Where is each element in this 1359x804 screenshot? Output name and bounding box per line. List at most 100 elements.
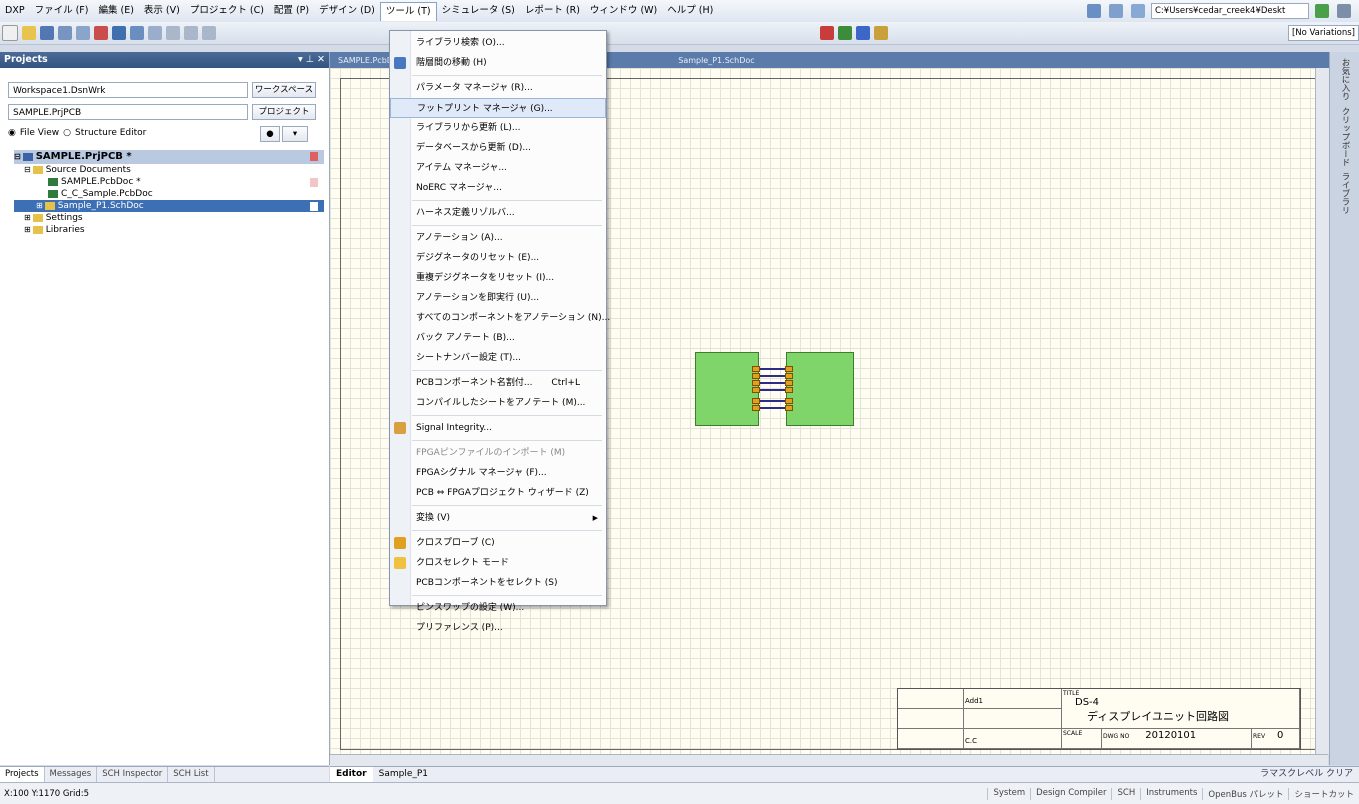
place-port-icon[interactable] <box>856 26 870 40</box>
favorites-panel-tab[interactable]: お気に入り <box>1339 58 1351 101</box>
sheet-entry-pin[interactable] <box>752 405 760 411</box>
compile-icon[interactable] <box>94 26 108 40</box>
layers-icon[interactable] <box>112 26 126 40</box>
panel-pin-icon[interactable]: ▾ ⊥ ✕ <box>298 52 329 68</box>
tree-item-libraries[interactable]: ⊞ Libraries <box>14 224 324 236</box>
menu-item[interactable]: すべてのコンポーネントをアノテーション (N)... <box>390 308 610 328</box>
wire[interactable] <box>760 368 785 370</box>
sheet-entry-pin[interactable] <box>785 380 793 386</box>
go-icon[interactable] <box>1315 4 1329 18</box>
document-options-icon[interactable]: ▾ <box>282 126 308 142</box>
status-shortcuts[interactable]: ショートカット <box>1288 787 1359 800</box>
expand-icon[interactable]: ⊞ <box>24 212 31 224</box>
place-bus-icon[interactable] <box>838 26 852 40</box>
print-icon[interactable] <box>58 26 72 40</box>
menu-window[interactable]: ウィンドウ (W) <box>585 2 662 20</box>
menu-item[interactable]: 重複デジグネータをリセット (I)... <box>390 268 606 288</box>
menu-item[interactable]: バック アノテート (B)... <box>390 328 606 348</box>
open-icon[interactable] <box>22 26 36 40</box>
menu-item[interactable]: ハーネス定義リゾルバ... <box>390 203 606 223</box>
menu-item[interactable]: シートナンバー設定 (T)... <box>390 348 606 368</box>
menu-view[interactable]: 表示 (V) <box>139 2 185 20</box>
workspace-select[interactable]: Workspace1.DsnWrk <box>8 82 248 98</box>
menu-item[interactable]: プリファレンス (P)... <box>390 618 606 638</box>
variations-select[interactable]: [No Variations] <box>1287 25 1359 41</box>
place-wire-icon[interactable] <box>820 26 834 40</box>
structure-editor-radio[interactable]: ○ <box>63 128 71 138</box>
home-icon[interactable] <box>1131 4 1145 18</box>
tab-sch-inspector[interactable]: SCH Inspector <box>97 767 169 783</box>
document-tab-sample-p1[interactable]: Sample_P1.SchDoc <box>670 56 762 65</box>
tree-item-sample-p1-schdoc[interactable]: ⊞ Sample_P1.SchDoc <box>14 200 324 212</box>
sheet-symbol-right[interactable] <box>786 352 854 426</box>
expand-icon[interactable]: ⊞ <box>24 224 31 236</box>
menu-item[interactable]: データベースから更新 (D)... <box>390 138 606 158</box>
menu-reports[interactable]: レポート (R) <box>520 2 585 20</box>
collapse-icon[interactable]: ⊟ <box>24 164 31 176</box>
menu-item[interactable]: ライブラリ検索 (O)... <box>390 33 606 53</box>
tree-item-sample-pcbdoc[interactable]: SAMPLE.PcbDoc * <box>14 176 324 188</box>
place-part-icon[interactable] <box>874 26 888 40</box>
tab-sch-list[interactable]: SCH List <box>168 767 215 783</box>
file-view-radio[interactable]: ◉ <box>8 128 16 138</box>
sheet-symbol-left[interactable] <box>695 352 759 426</box>
status-openbus[interactable]: OpenBus パレット <box>1202 787 1288 800</box>
wire[interactable] <box>760 375 785 377</box>
menu-file[interactable]: ファイル (F) <box>30 2 94 20</box>
menu-item[interactable]: デジグネータのリセット (E)... <box>390 248 606 268</box>
tab-messages[interactable]: Messages <box>45 767 98 783</box>
clipboard-panel-tab[interactable]: クリップボード <box>1339 107 1351 167</box>
status-sch[interactable]: SCH <box>1111 787 1140 800</box>
wire[interactable] <box>760 407 785 409</box>
menu-item[interactable]: 階層間の移動 (H) <box>390 53 606 73</box>
sheet-entry-pin[interactable] <box>785 387 793 393</box>
tab-sample-p1[interactable]: Sample_P1 <box>373 767 434 783</box>
menu-project[interactable]: プロジェクト (C) <box>185 2 269 20</box>
zoom-area-icon[interactable] <box>148 26 162 40</box>
sheet-entry-pin[interactable] <box>752 373 760 379</box>
status-design-compiler[interactable]: Design Compiler <box>1030 787 1111 800</box>
forward-icon[interactable] <box>1109 4 1123 18</box>
libraries-panel-tab[interactable]: ライブラリ <box>1339 172 1351 215</box>
vertical-scrollbar[interactable] <box>1315 68 1329 754</box>
sheet-entry-pin[interactable] <box>752 398 760 404</box>
menu-item[interactable]: フットプリント マネージャ (G)... <box>390 98 606 118</box>
menu-place[interactable]: 配置 (P) <box>269 2 314 20</box>
menu-item[interactable]: パラメータ マネージャ (R)... <box>390 78 606 98</box>
copy-icon[interactable] <box>184 26 198 40</box>
zoom-fit-icon[interactable] <box>130 26 144 40</box>
collapse-icon[interactable]: ⊟ <box>14 151 21 163</box>
menu-item[interactable]: Signal Integrity... <box>390 418 606 438</box>
menu-edit[interactable]: 編集 (E) <box>93 2 138 20</box>
menu-item[interactable]: アノテーション (A)... <box>390 228 606 248</box>
menu-item[interactable]: クロスプローブ (C) <box>390 533 606 553</box>
menu-item[interactable]: クロスセレクト モード <box>390 553 606 573</box>
wire[interactable] <box>760 382 785 384</box>
zoom-icon[interactable] <box>76 26 90 40</box>
tab-editor[interactable]: Editor <box>330 767 373 783</box>
sheet-entry-pin[interactable] <box>752 387 760 393</box>
menu-help[interactable]: ヘルプ (H) <box>662 2 718 20</box>
sheet-entry-pin[interactable] <box>752 366 760 372</box>
menu-simulator[interactable]: シミュレータ (S) <box>437 2 520 20</box>
menu-item[interactable]: FPGAシグナル マネージャ (F)... <box>390 463 606 483</box>
sheet-entry-pin[interactable] <box>785 398 793 404</box>
path-input[interactable]: C:¥Users¥cedar_creek4¥Deskt <box>1151 3 1309 19</box>
menu-dxp[interactable]: DXP <box>0 2 30 20</box>
tree-item-project[interactable]: ⊟ SAMPLE.PrjPCB * <box>14 150 324 164</box>
menu-item[interactable]: NoERC マネージャ... <box>390 178 606 198</box>
menu-item[interactable]: 変換 (V) ▶ <box>390 508 606 528</box>
sheet-entry-pin[interactable] <box>785 373 793 379</box>
menu-tools[interactable]: ツール (T) <box>379 1 437 21</box>
workspace-button[interactable]: ワークスペース <box>252 82 316 98</box>
wire[interactable] <box>760 389 785 391</box>
menu-item[interactable]: PCB ⇔ FPGAプロジェクト ウィザード (Z) <box>390 483 606 503</box>
project-select[interactable]: SAMPLE.PrjPCB <box>8 104 248 120</box>
menu-item[interactable]: PCBコンポーネントをセレクト (S) <box>390 573 606 593</box>
project-button[interactable]: プロジェクト <box>252 104 316 120</box>
settings-icon[interactable] <box>1337 4 1351 18</box>
tab-projects[interactable]: Projects <box>0 767 45 783</box>
status-instruments[interactable]: Instruments <box>1140 787 1202 800</box>
sheet-entry-pin[interactable] <box>785 405 793 411</box>
menu-item[interactable]: ピンスワップの設定 (W)... <box>390 598 606 618</box>
